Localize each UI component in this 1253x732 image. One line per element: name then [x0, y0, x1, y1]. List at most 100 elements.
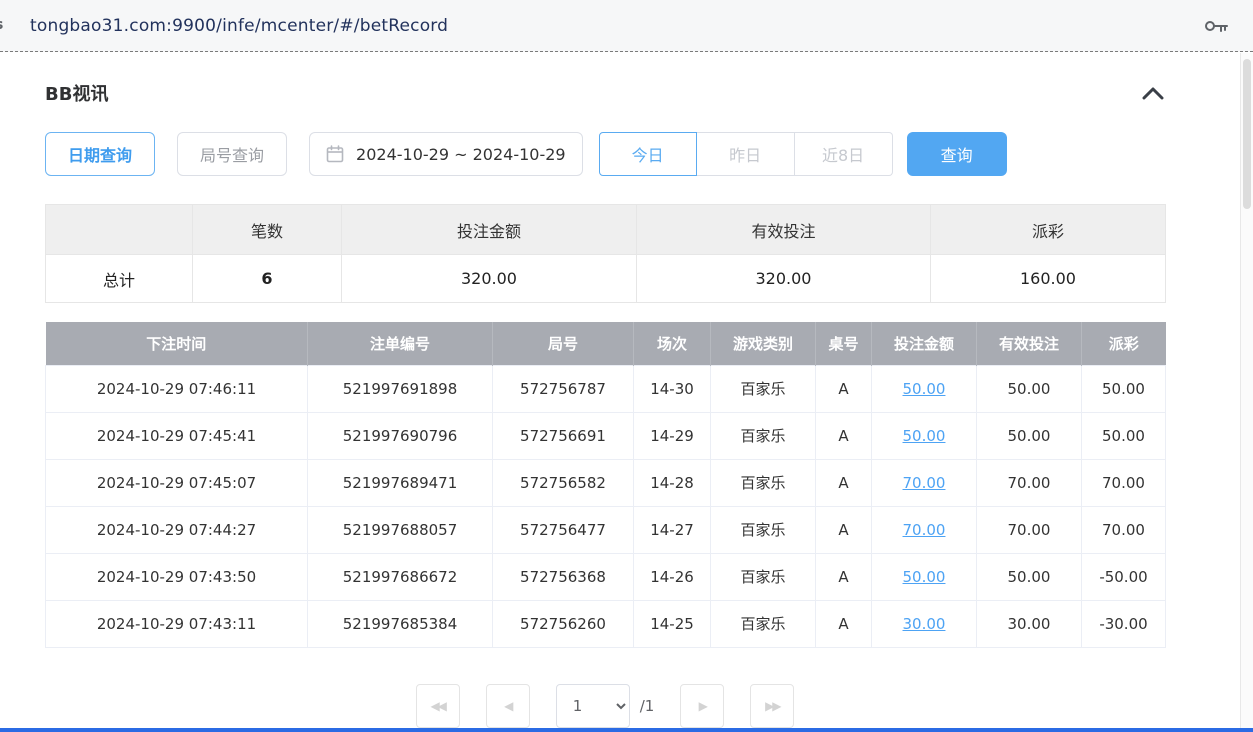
bet-time-cell: 2024-10-29 07:43:50 [46, 553, 308, 600]
pagination-bar: ◀◀ ◀ 1 /1 ▶ ▶▶ [45, 684, 1165, 728]
order-id-cell: 521997686672 [308, 553, 493, 600]
summary-count-value: 6 [193, 255, 342, 303]
chevron-up-icon[interactable] [1141, 84, 1165, 102]
first-page-button[interactable]: ◀◀ [416, 684, 460, 728]
summary-header-bet-amount: 投注金额 [342, 205, 637, 255]
summary-header-valid-bet: 有效投注 [637, 205, 931, 255]
column-header: 注单编号 [308, 322, 493, 365]
column-header: 局号 [493, 322, 634, 365]
summary-header-blank [46, 205, 193, 255]
column-header: 投注金额 [872, 322, 977, 365]
saved-password-key-icon[interactable] [1203, 14, 1229, 38]
bet-amount-cell: 50.00 [872, 365, 977, 412]
table-row: 2024-10-29 07:46:11521997691898572756787… [46, 365, 1166, 412]
valid-bet-cell: 70.00 [977, 459, 1082, 506]
order-id-cell: 521997685384 [308, 600, 493, 647]
session-cell: 14-28 [634, 459, 711, 506]
bet-time-cell: 2024-10-29 07:43:11 [46, 600, 308, 647]
scrollbar-thumb[interactable] [1243, 59, 1251, 209]
session-cell: 14-26 [634, 553, 711, 600]
table-row: 2024-10-29 07:44:27521997688057572756477… [46, 506, 1166, 553]
table-id-cell: A [816, 459, 872, 506]
bet-time-cell: 2024-10-29 07:45:41 [46, 412, 308, 459]
session-cell: 14-25 [634, 600, 711, 647]
round-id-cell: 572756260 [493, 600, 634, 647]
game-type-cell: 百家乐 [711, 553, 816, 600]
bet-amount-link[interactable]: 70.00 [903, 474, 946, 492]
column-header: 有效投注 [977, 322, 1082, 365]
bet-time-cell: 2024-10-29 07:44:27 [46, 506, 308, 553]
order-id-cell: 521997688057 [308, 506, 493, 553]
page-select-group: 1 /1 [556, 684, 655, 728]
browser-address-bar: s tongbao31.com:9900/infe/mcenter/#/betR… [0, 0, 1253, 52]
bet-amount-cell: 50.00 [872, 412, 977, 459]
order-id-cell: 521997689471 [308, 459, 493, 506]
table-id-cell: A [816, 365, 872, 412]
payout-cell: -30.00 [1082, 600, 1166, 647]
table-id-cell: A [816, 412, 872, 459]
bet-time-cell: 2024-10-29 07:45:07 [46, 459, 308, 506]
summary-payout-value: 160.00 [931, 255, 1166, 303]
game-type-cell: 百家乐 [711, 365, 816, 412]
bet-amount-link[interactable]: 50.00 [903, 568, 946, 586]
game-type-cell: 百家乐 [711, 412, 816, 459]
column-header: 下注时间 [46, 322, 308, 365]
yesterday-button[interactable]: 昨日 [697, 132, 795, 176]
partial-favicon-icon: s [0, 17, 3, 33]
payout-cell: -50.00 [1082, 553, 1166, 600]
next-page-button[interactable]: ▶ [680, 684, 724, 728]
valid-bet-cell: 50.00 [977, 553, 1082, 600]
valid-bet-cell: 50.00 [977, 365, 1082, 412]
date-range-value: 2024-10-29 ~ 2024-10-29 [356, 145, 566, 164]
page-select[interactable]: 1 [556, 684, 630, 728]
summary-total-row: 总计 6 320.00 320.00 160.00 [46, 255, 1166, 303]
prev-page-button[interactable]: ◀ [486, 684, 530, 728]
payout-cell: 70.00 [1082, 459, 1166, 506]
bet-amount-link[interactable]: 70.00 [903, 521, 946, 539]
bet-amount-link[interactable]: 50.00 [903, 427, 946, 445]
column-header: 游戏类别 [711, 322, 816, 365]
bet-amount-link[interactable]: 30.00 [903, 615, 946, 633]
order-id-cell: 521997691898 [308, 365, 493, 412]
date-query-tab-button[interactable]: 日期查询 [45, 132, 155, 176]
payout-cell: 70.00 [1082, 506, 1166, 553]
table-id-cell: A [816, 553, 872, 600]
summary-total-label: 总计 [46, 255, 193, 303]
bet-table-body: 2024-10-29 07:46:11521997691898572756787… [46, 365, 1166, 647]
bottom-accent-bar [0, 728, 1253, 732]
bet-amount-link[interactable]: 50.00 [903, 380, 946, 398]
bet-amount-cell: 50.00 [872, 553, 977, 600]
table-row: 2024-10-29 07:43:11521997685384572756260… [46, 600, 1166, 647]
table-row: 2024-10-29 07:45:41521997690796572756691… [46, 412, 1166, 459]
game-type-cell: 百家乐 [711, 506, 816, 553]
today-button[interactable]: 今日 [599, 132, 697, 176]
last-page-button[interactable]: ▶▶ [750, 684, 794, 728]
last-8-days-button[interactable]: 近8日 [795, 132, 893, 176]
bet-amount-cell: 70.00 [872, 506, 977, 553]
valid-bet-cell: 30.00 [977, 600, 1082, 647]
date-range-input[interactable]: 2024-10-29 ~ 2024-10-29 [309, 132, 583, 176]
address-bar-url[interactable]: tongbao31.com:9900/infe/mcenter/#/betRec… [30, 16, 448, 36]
session-cell: 14-27 [634, 506, 711, 553]
scrollbar-track[interactable] [1240, 53, 1253, 728]
summary-table: 笔数 投注金额 有效投注 派彩 总计 6 320.00 320.00 160.0… [45, 204, 1166, 303]
session-cell: 14-29 [634, 412, 711, 459]
table-id-cell: A [816, 506, 872, 553]
round-id-cell: 572756787 [493, 365, 634, 412]
round-id-cell: 572756477 [493, 506, 634, 553]
summary-header-row: 笔数 投注金额 有效投注 派彩 [46, 205, 1166, 255]
quick-date-segmented-control: 今日 昨日 近8日 [599, 132, 893, 176]
bet-amount-cell: 70.00 [872, 459, 977, 506]
filter-toolbar: 日期查询 局号查询 2024-10-29 ~ 2024-10-29 今日 昨日 … [45, 131, 1165, 177]
round-id-cell: 572756691 [493, 412, 634, 459]
payout-cell: 50.00 [1082, 412, 1166, 459]
bet-record-panel: BB视讯 日期查询 局号查询 2024-10-29 ~ 2024-10-29 今… [45, 53, 1165, 728]
table-id-cell: A [816, 600, 872, 647]
search-button[interactable]: 查询 [907, 132, 1007, 176]
order-id-cell: 521997690796 [308, 412, 493, 459]
calendar-icon [326, 145, 344, 163]
table-row: 2024-10-29 07:43:50521997686672572756368… [46, 553, 1166, 600]
table-row: 2024-10-29 07:45:07521997689471572756582… [46, 459, 1166, 506]
game-type-cell: 百家乐 [711, 600, 816, 647]
round-query-tab-button[interactable]: 局号查询 [177, 132, 287, 176]
